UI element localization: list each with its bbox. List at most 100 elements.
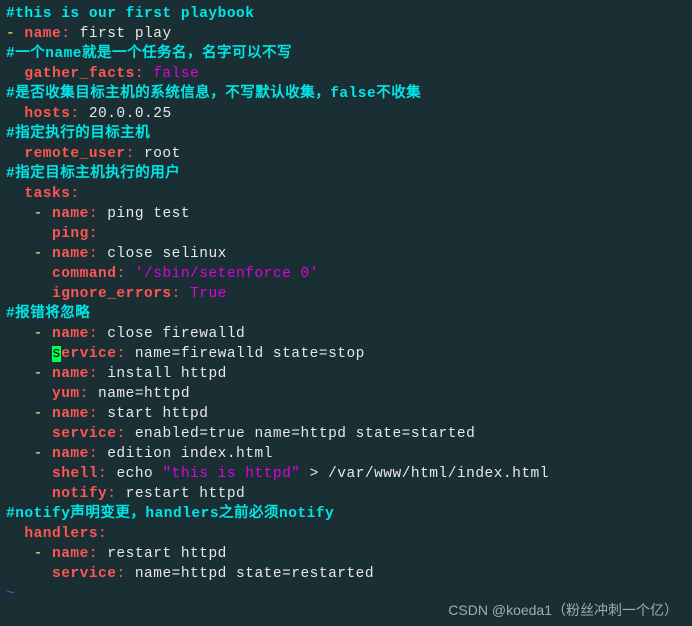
code-block: #this is our first playbook - name: firs… (6, 4, 686, 604)
indent (6, 426, 52, 442)
code-line: hosts: 20.0.0.25 (6, 104, 686, 124)
comment: #this is our first playbook (6, 6, 254, 22)
colon: : (116, 346, 134, 362)
colon: : (80, 386, 98, 402)
comment: #notify声明变更，handlers之前必须notify (6, 506, 334, 522)
code-line: gather_facts: false (6, 64, 686, 84)
yaml-key: name (52, 446, 89, 462)
indent (6, 206, 34, 222)
yaml-value: close selinux (107, 246, 227, 262)
watermark: CSDN @koeda1（粉丝冲刺一个亿） (448, 600, 678, 620)
yaml-value: edition index.html (107, 446, 273, 462)
yaml-value: 20.0.0.25 (89, 106, 172, 122)
code-line: #指定目标主机执行的用户 (6, 164, 686, 184)
yaml-key: handlers (24, 526, 98, 542)
yaml-value: name=httpd (98, 386, 190, 402)
indent (6, 366, 34, 382)
colon: : (116, 426, 134, 442)
yaml-key: name (52, 366, 89, 382)
colon: : (126, 146, 144, 162)
colon: : (89, 326, 107, 342)
colon: : (89, 406, 107, 422)
file-path: /var/www/html/index.html (328, 466, 549, 482)
indent (6, 226, 52, 242)
indent (6, 486, 52, 502)
colon: : (98, 526, 107, 542)
yaml-value: enabled=true name=httpd state=started (135, 426, 475, 442)
yaml-key: name (24, 26, 61, 42)
indent (6, 266, 52, 282)
indent (6, 66, 24, 82)
yaml-key: service (52, 426, 116, 442)
dash: - (34, 406, 52, 422)
yaml-key: ping (52, 226, 89, 242)
indent (6, 526, 24, 542)
colon: : (70, 106, 88, 122)
code-line: service: enabled=true name=httpd state=s… (6, 424, 686, 444)
code-line: ping: (6, 224, 686, 244)
yaml-key: yum (52, 386, 80, 402)
string-literal: "this is httpd" (162, 466, 300, 482)
code-line: handlers: (6, 524, 686, 544)
colon: : (61, 26, 79, 42)
yaml-key: name (52, 206, 89, 222)
yaml-key: name (52, 246, 89, 262)
tilde-marker: ~ (6, 586, 15, 602)
yaml-key: tasks (24, 186, 70, 202)
comment: #指定目标主机执行的用户 (6, 166, 180, 182)
code-line: service: name=httpd state=restarted (6, 564, 686, 584)
indent (6, 566, 52, 582)
dash: - (34, 546, 52, 562)
yaml-key: name (52, 406, 89, 422)
yaml-value: install httpd (107, 366, 227, 382)
yaml-key: name (52, 326, 89, 342)
yaml-key: gather_facts (24, 66, 134, 82)
yaml-key: ervice (61, 346, 116, 362)
colon: : (116, 566, 134, 582)
indent (6, 466, 52, 482)
indent (6, 326, 34, 342)
yaml-key: service (52, 566, 116, 582)
colon: : (89, 366, 107, 382)
yaml-value: name=httpd state=restarted (135, 566, 374, 582)
code-line: notify: restart httpd (6, 484, 686, 504)
dash: - (34, 246, 52, 262)
code-line: #报错将忽略 (6, 304, 686, 324)
comment: #报错将忽略 (6, 306, 90, 322)
indent (6, 146, 24, 162)
colon: : (89, 546, 107, 562)
comment: #指定执行的目标主机 (6, 126, 150, 142)
indent (6, 546, 34, 562)
dash: - (34, 446, 52, 462)
code-line: - name: restart httpd (6, 544, 686, 564)
yaml-value: '/sbin/setenforce 0' (135, 266, 319, 282)
colon: : (89, 226, 98, 242)
colon: : (89, 446, 107, 462)
code-line: - name: start httpd (6, 404, 686, 424)
colon: : (89, 206, 107, 222)
code-line: service: name=firewalld state=stop (6, 344, 686, 364)
cursor: s (52, 346, 61, 362)
code-line: yum: name=httpd (6, 384, 686, 404)
indent (6, 246, 34, 262)
yaml-key: remote_user (24, 146, 125, 162)
yaml-value: first play (80, 26, 172, 42)
code-line: - name: ping test (6, 204, 686, 224)
yaml-value: close firewalld (107, 326, 245, 342)
code-line: shell: echo "this is httpd" > /var/www/h… (6, 464, 686, 484)
indent (6, 286, 52, 302)
yaml-value: restart httpd (107, 546, 227, 562)
redirect: > (300, 466, 328, 482)
yaml-value: false (153, 66, 199, 82)
colon: : (116, 266, 134, 282)
code-line: - name: first play (6, 24, 686, 44)
yaml-value: restart httpd (126, 486, 246, 502)
yaml-value: start httpd (107, 406, 208, 422)
code-line: tasks: (6, 184, 686, 204)
code-line: #指定执行的目标主机 (6, 124, 686, 144)
code-line: ignore_errors: True (6, 284, 686, 304)
yaml-key: name (52, 546, 89, 562)
colon: : (172, 286, 190, 302)
shell-cmd: echo (116, 466, 162, 482)
code-line: - name: edition index.html (6, 444, 686, 464)
